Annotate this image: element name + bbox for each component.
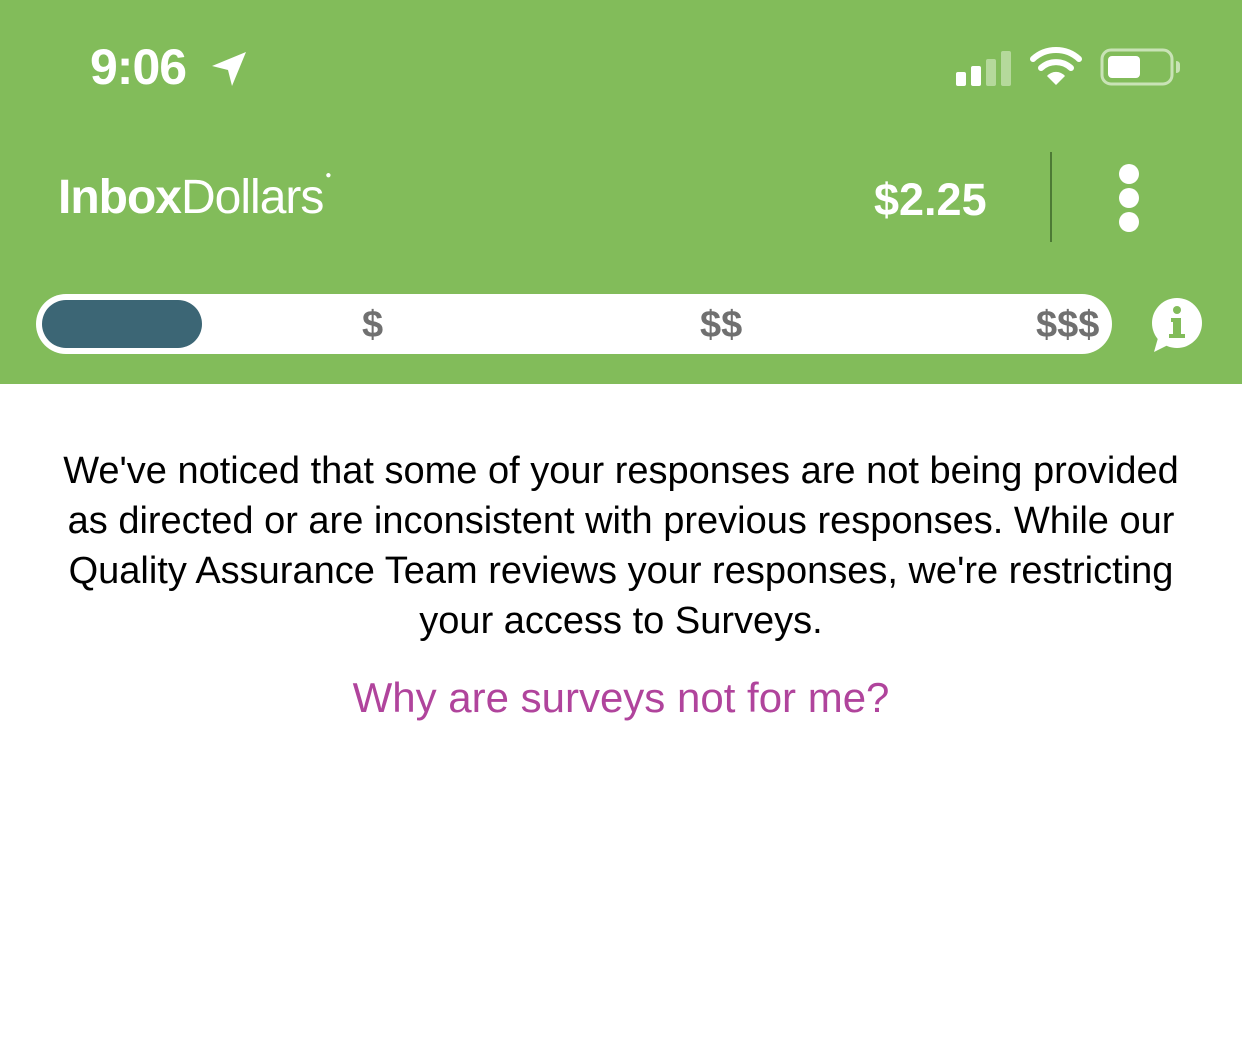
tier-label-high[interactable]: $$$ xyxy=(1036,304,1099,347)
survey-restriction-message: We've noticed that some of your response… xyxy=(63,450,1179,642)
why-surveys-link[interactable]: Why are surveys not for me? xyxy=(0,674,1242,722)
menu-dot xyxy=(1119,188,1139,208)
trademark-mark: ● xyxy=(325,170,331,181)
brand-logo-bold: Inbox xyxy=(58,171,182,224)
wifi-icon xyxy=(1030,47,1082,85)
header-divider xyxy=(1050,152,1052,242)
tier-label-low[interactable]: $ xyxy=(362,304,383,347)
menu-dot xyxy=(1119,212,1139,232)
survey-tier-slider[interactable]: $ $$ $$$ xyxy=(36,294,1112,354)
account-balance[interactable]: $2.25 xyxy=(874,174,987,226)
app-header: 9:06 InboxDollars ● $2.25 $ $$ $$$ xyxy=(0,0,1242,384)
cellular-signal-icon xyxy=(956,51,1011,86)
brand-logo: InboxDollars ● xyxy=(58,170,331,225)
battery-icon xyxy=(1100,48,1180,86)
menu-dot xyxy=(1119,164,1139,184)
tier-label-medium[interactable]: $$ xyxy=(700,304,742,347)
tier-slider-fill[interactable] xyxy=(42,300,202,348)
more-vertical-icon[interactable] xyxy=(1108,160,1150,236)
location-arrow-icon xyxy=(212,52,246,86)
info-bubble-icon[interactable] xyxy=(1148,298,1206,354)
brand-logo-light: Dollars xyxy=(181,171,324,224)
status-time: 9:06 xyxy=(90,39,187,95)
